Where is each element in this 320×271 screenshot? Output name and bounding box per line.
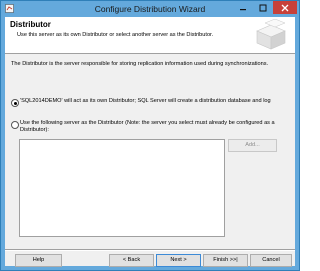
page-description: Use this server as its own Distributor o… [17, 32, 214, 38]
footer-separator [5, 249, 295, 251]
wizard-header: Distributor Use this server as its own D… [5, 17, 295, 54]
wizard-window: Configure Distribution Wizard Distributo… [0, 0, 300, 271]
minimize-button[interactable] [233, 1, 253, 14]
cancel-button[interactable]: Cancel [250, 254, 292, 267]
wizard-client-area: Distributor Use this server as its own D… [5, 17, 295, 267]
other-distributor-label[interactable]: Use the following server as the Distribu… [20, 120, 285, 134]
maximize-icon [259, 4, 267, 11]
back-button[interactable]: < Back [109, 254, 154, 267]
maximize-button[interactable] [253, 1, 273, 14]
title-bar[interactable]: Configure Distribution Wizard [1, 1, 299, 17]
distributor-server-list[interactable] [19, 139, 225, 237]
close-button[interactable] [273, 1, 297, 14]
server-stack-icon [256, 19, 286, 50]
distributor-explanation: The Distributor is the server responsibl… [11, 61, 269, 67]
other-distributor-radio[interactable] [11, 121, 19, 129]
add-button[interactable]: Add... [228, 139, 277, 152]
page-title: Distributor [10, 20, 51, 29]
help-button[interactable]: Help [15, 254, 62, 267]
close-icon [281, 4, 289, 11]
own-distributor-label[interactable]: 'SQL2014DEMO' will act as its own Distri… [20, 98, 285, 105]
next-button[interactable]: Next > [156, 254, 201, 267]
own-distributor-radio[interactable] [11, 99, 19, 107]
finish-button[interactable]: Finish >>| [203, 254, 248, 267]
minimize-icon [240, 8, 246, 10]
